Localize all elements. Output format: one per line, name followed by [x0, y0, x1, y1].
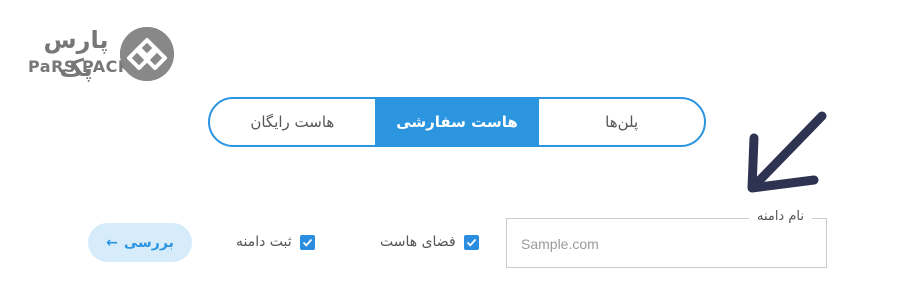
checkmark-icon: [302, 238, 312, 247]
review-button-label: بررسی: [123, 234, 174, 251]
tab-plans[interactable]: پلن‌ها: [539, 99, 704, 145]
review-button[interactable]: ← بررسی: [88, 223, 192, 262]
brand-logo: پارس پک PaRS PACK: [26, 26, 176, 84]
register-domain-option[interactable]: ثبت دامنه: [236, 232, 315, 252]
domain-field-label: نام دامنه: [748, 209, 812, 224]
checkmark-icon: [466, 238, 476, 247]
brand-name-en: PaRS PACK: [28, 57, 131, 76]
tab-custom-host[interactable]: هاست سفارشی: [374, 99, 540, 145]
register-domain-label: ثبت دامنه: [236, 234, 292, 250]
brand-mark-icon: [120, 27, 174, 81]
domain-field: نام دامنه: [506, 209, 827, 268]
domain-input[interactable]: [519, 229, 813, 259]
hosting-option-label: فضای هاست: [380, 234, 456, 250]
arrow-left-icon: ←: [106, 234, 118, 251]
hosting-checkbox[interactable]: [463, 234, 479, 250]
register-domain-checkbox[interactable]: [299, 234, 315, 250]
tab-free-host[interactable]: هاست رایگان: [210, 99, 375, 145]
annotation-arrow-icon: [747, 111, 827, 193]
hosting-option[interactable]: فضای هاست: [380, 232, 479, 252]
plan-tabs: هاست رایگان هاست سفارشی پلن‌ها: [208, 97, 706, 147]
